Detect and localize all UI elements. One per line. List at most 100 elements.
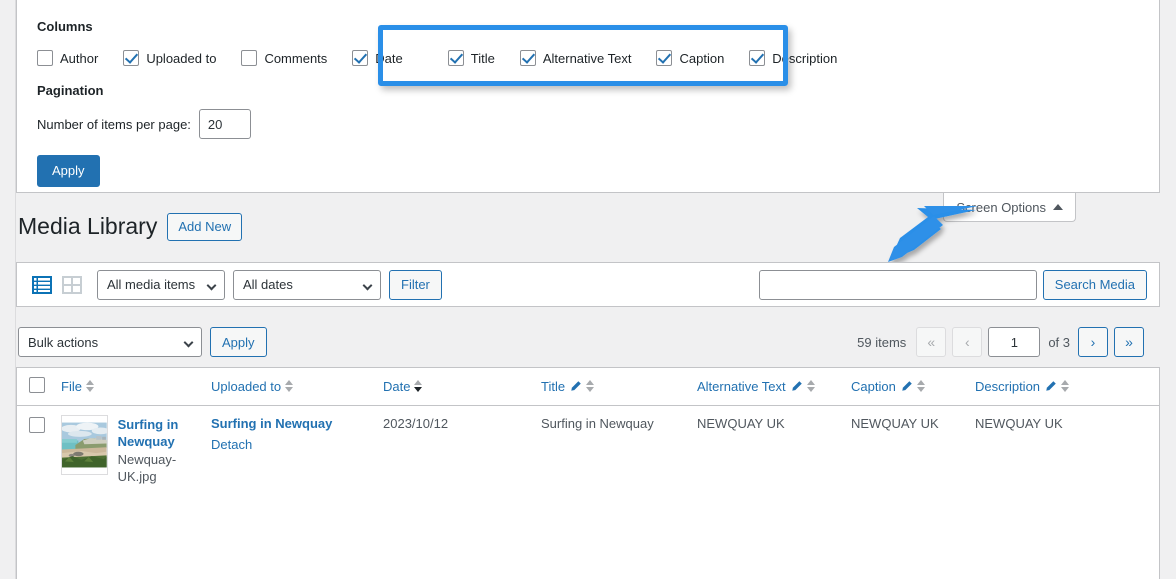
items-per-page-label: Number of items per page: <box>37 116 191 132</box>
column-checkbox-author[interactable]: Author <box>37 50 99 67</box>
column-header-description[interactable]: Description <box>975 368 1159 406</box>
items-per-page-row: Number of items per page: <box>37 109 1139 140</box>
date-cell: 2023/10/12 <box>383 405 541 486</box>
pencil-icon[interactable] <box>790 380 803 393</box>
pencil-icon[interactable] <box>900 380 913 393</box>
checkbox-date-icon[interactable] <box>352 50 369 67</box>
list-view-icon[interactable] <box>29 272 55 298</box>
filter-button[interactable]: Filter <box>389 269 442 300</box>
column-label-caption: Caption <box>679 50 725 66</box>
row-select-cell <box>17 405 61 486</box>
pencil-icon[interactable] <box>569 380 582 393</box>
search-media-button[interactable]: Search Media <box>1042 269 1147 300</box>
checkbox-comments-icon[interactable] <box>241 50 258 67</box>
column-checkbox-date[interactable]: Date <box>352 50 403 67</box>
file-cell: Surfing in Newquay Newquay-UK.jpg <box>61 405 211 486</box>
column-header-description-label: Description <box>975 378 1041 394</box>
description-cell: NEWQUAY UK <box>975 405 1159 486</box>
media-table: File Uploaded to Date Title Alternative … <box>16 367 1160 579</box>
columns-checkbox-row: Author Uploaded to Comments Date Title A… <box>37 45 1139 71</box>
media-type-filter-value: All media items <box>107 277 196 292</box>
next-page-button[interactable]: › <box>1078 327 1108 357</box>
bulk-apply-button[interactable]: Apply <box>210 327 267 357</box>
grid-view-icon[interactable] <box>59 272 85 298</box>
title-value: Surfing in Newquay <box>541 415 654 431</box>
bulk-actions-row: Bulk actions Apply 59 items « ‹ of 3 › » <box>18 326 1160 358</box>
alternative-text-value: NEWQUAY UK <box>697 415 785 431</box>
date-filter-select[interactable]: All dates <box>233 269 381 300</box>
view-mode-switch <box>29 272 85 298</box>
page-title: Media Library <box>18 213 158 239</box>
search-input[interactable] <box>758 269 1037 300</box>
column-checkbox-comments[interactable]: Comments <box>241 50 328 67</box>
row-checkbox[interactable] <box>29 416 45 433</box>
screen-options-panel: Columns Author Uploaded to Comments Date <box>16 0 1160 193</box>
add-new-button[interactable]: Add New <box>167 212 243 242</box>
column-header-uploaded-to-label: Uploaded to <box>211 378 282 394</box>
column-checkbox-alternative-text[interactable]: Alternative Text <box>519 50 632 67</box>
column-checkbox-title[interactable]: Title <box>447 50 495 67</box>
column-label-uploaded-to: Uploaded to <box>146 50 217 66</box>
checkbox-uploaded-to-icon[interactable] <box>123 50 140 67</box>
file-title-link[interactable]: Surfing in Newquay <box>118 416 211 451</box>
column-label-title: Title <box>470 50 495 66</box>
sort-icon-uploaded-to[interactable] <box>285 380 294 393</box>
columns-heading: Columns <box>37 19 93 34</box>
caption-value: NEWQUAY UK <box>851 415 939 431</box>
column-header-date[interactable]: Date <box>383 368 541 406</box>
screen-options-apply-button[interactable]: Apply <box>37 155 100 187</box>
checkbox-caption-icon[interactable] <box>656 50 673 67</box>
column-header-file-label: File <box>61 378 82 394</box>
column-checkbox-uploaded-to[interactable]: Uploaded to <box>123 50 217 67</box>
sort-icon-alternative-text[interactable] <box>806 380 815 393</box>
current-page-input[interactable] <box>988 327 1041 357</box>
select-all-checkbox[interactable] <box>29 376 45 393</box>
column-header-date-label: Date <box>383 378 411 394</box>
checkbox-author-icon[interactable] <box>37 50 53 67</box>
first-page-button[interactable]: « <box>916 327 947 357</box>
bulk-actions-value: Bulk actions <box>28 334 99 350</box>
alternative-text-cell: NEWQUAY UK <box>697 405 851 486</box>
last-page-button[interactable]: » <box>1114 327 1144 357</box>
column-header-file[interactable]: File <box>61 368 211 406</box>
chevron-down-icon <box>183 337 194 348</box>
pagination-controls: 59 items « ‹ of 3 › » <box>857 327 1160 357</box>
media-type-filter-select[interactable]: All media items <box>97 269 225 300</box>
column-label-author: Author <box>60 50 99 66</box>
column-label-alternative-text: Alternative Text <box>542 50 632 66</box>
sort-icon-date[interactable] <box>414 380 423 393</box>
column-header-title[interactable]: Title <box>541 368 697 406</box>
pagination-heading: Pagination <box>37 83 104 99</box>
uploaded-to-cell: Surfing in Newquay Detach <box>211 405 383 486</box>
checkbox-title-icon[interactable] <box>447 50 464 67</box>
bulk-actions-select[interactable]: Bulk actions <box>18 327 202 357</box>
table-row[interactable]: Surfing in Newquay Newquay-UK.jpg Surfin… <box>17 405 1159 486</box>
sort-icon-caption[interactable] <box>916 380 925 393</box>
total-pages-label: of 3 <box>1048 334 1070 350</box>
caption-cell: NEWQUAY UK <box>851 405 975 486</box>
column-checkbox-caption[interactable]: Caption <box>656 50 725 67</box>
column-header-alternative-text[interactable]: Alternative Text <box>697 368 851 406</box>
beach-photo-thumbnail[interactable] <box>61 414 108 475</box>
arrow-pointer-annotation <box>888 206 978 262</box>
column-header-caption-label: Caption <box>851 378 896 394</box>
chevron-down-icon <box>362 280 373 290</box>
column-header-uploaded-to[interactable]: Uploaded to <box>211 368 383 406</box>
table-header-row: File Uploaded to Date Title Alternative … <box>17 368 1159 406</box>
admin-sidebar-edge <box>0 0 16 579</box>
sort-icon-description[interactable] <box>1061 380 1070 393</box>
prev-page-button[interactable]: ‹ <box>952 327 983 357</box>
checkbox-alternative-text-icon[interactable] <box>519 50 536 67</box>
uploaded-to-link[interactable]: Surfing in Newquay <box>211 415 383 433</box>
title-cell: Surfing in Newquay <box>541 405 697 486</box>
column-checkbox-description[interactable]: Description <box>749 50 837 67</box>
pencil-icon[interactable] <box>1044 380 1057 393</box>
column-header-caption[interactable]: Caption <box>851 368 975 406</box>
checkbox-description-icon[interactable] <box>749 50 766 67</box>
media-library-screen: Columns Author Uploaded to Comments Date <box>0 0 1176 579</box>
detach-link[interactable]: Detach <box>211 436 383 454</box>
column-label-comments: Comments <box>264 50 328 66</box>
items-per-page-input[interactable] <box>198 109 251 140</box>
sort-icon-title[interactable] <box>586 380 595 393</box>
sort-icon-file[interactable] <box>85 380 94 393</box>
